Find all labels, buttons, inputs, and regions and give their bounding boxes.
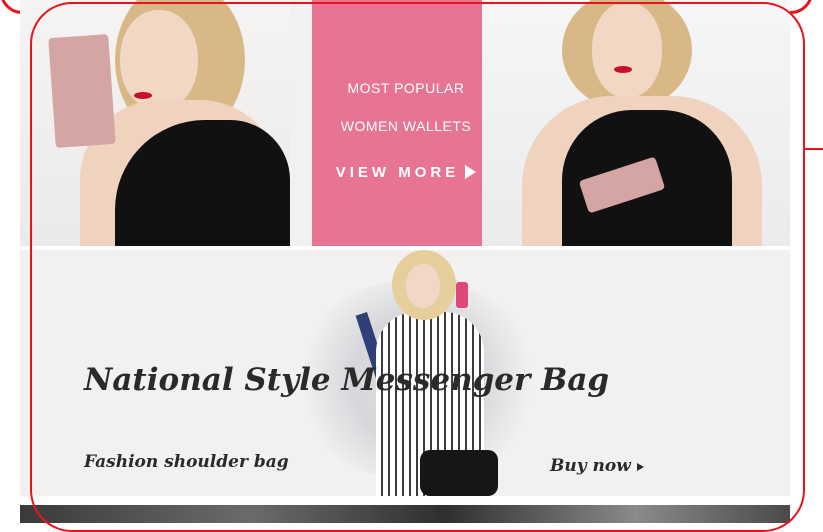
promo-line-2: WOMEN WALLETS	[340, 118, 472, 134]
view-more-label: VIEW MORE	[335, 164, 460, 181]
model-lips	[134, 92, 152, 99]
highlight-connector-line	[805, 148, 823, 150]
play-icon	[465, 165, 477, 180]
promo-panel: MOST POPULAR WOMEN WALLETS VIEW MORE	[312, 0, 500, 246]
model-photo-right	[482, 0, 790, 246]
wallet-image	[48, 34, 116, 148]
next-banner-preview[interactable]	[20, 505, 790, 523]
model-face	[406, 264, 440, 308]
messenger-bag-banner[interactable]: National Style Messenger Bag Fashion sho…	[20, 250, 790, 496]
view-more-link[interactable]: VIEW MORE	[312, 164, 500, 181]
banner-headline: National Style Messenger Bag	[84, 362, 610, 398]
wallets-banner[interactable]: MOST POPULAR WOMEN WALLETS VIEW MORE	[20, 0, 790, 246]
model-photo-left	[20, 0, 290, 246]
buy-now-link[interactable]: Buy now	[550, 456, 644, 476]
small-play-icon	[636, 462, 644, 471]
buy-now-label: Buy now	[550, 456, 631, 476]
earring-accent	[456, 282, 468, 308]
messenger-bag-image	[420, 450, 498, 496]
model-face	[120, 10, 198, 110]
model-lips	[614, 66, 632, 73]
model-face	[592, 2, 662, 98]
banner-subline: Fashion shoulder bag	[84, 452, 289, 472]
promo-line-1: MOST POPULAR	[347, 80, 465, 96]
